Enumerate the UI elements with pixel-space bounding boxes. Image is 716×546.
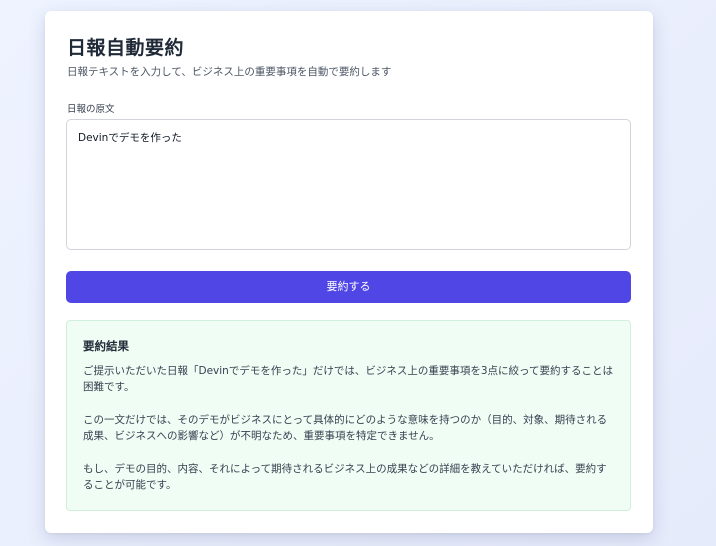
page-subtitle: 日報テキストを入力して、ビジネス上の重要事項を自動で要約します	[67, 66, 392, 78]
summary-card: 日報自動要約 日報テキストを入力して、ビジネス上の重要事項を自動で要約します 日…	[45, 11, 653, 533]
result-paragraph: この一文だけでは、そのデモがビジネスにとって具体的にどのような意味を持つのか（目…	[83, 414, 608, 442]
summary-result-panel: 要約結果 ご提示いただいた日報「Devinでデモを作った」だけでは、ビジネス上の…	[66, 320, 631, 511]
result-paragraph: もし、デモの目的、内容、それによって期待されるビジネス上の成果などの詳細を教えて…	[83, 463, 607, 491]
summarize-button[interactable]: 要約する	[66, 271, 631, 303]
report-textarea[interactable]: Devinでデモを作った	[66, 119, 631, 250]
result-title: 要約結果	[83, 339, 129, 353]
page-title: 日報自動要約	[67, 37, 185, 59]
result-paragraph: ご提示いただいた日報「Devinでデモを作った」だけでは、ビジネス上の重要事項を…	[83, 365, 613, 393]
report-input-label: 日報の原文	[67, 104, 115, 115]
